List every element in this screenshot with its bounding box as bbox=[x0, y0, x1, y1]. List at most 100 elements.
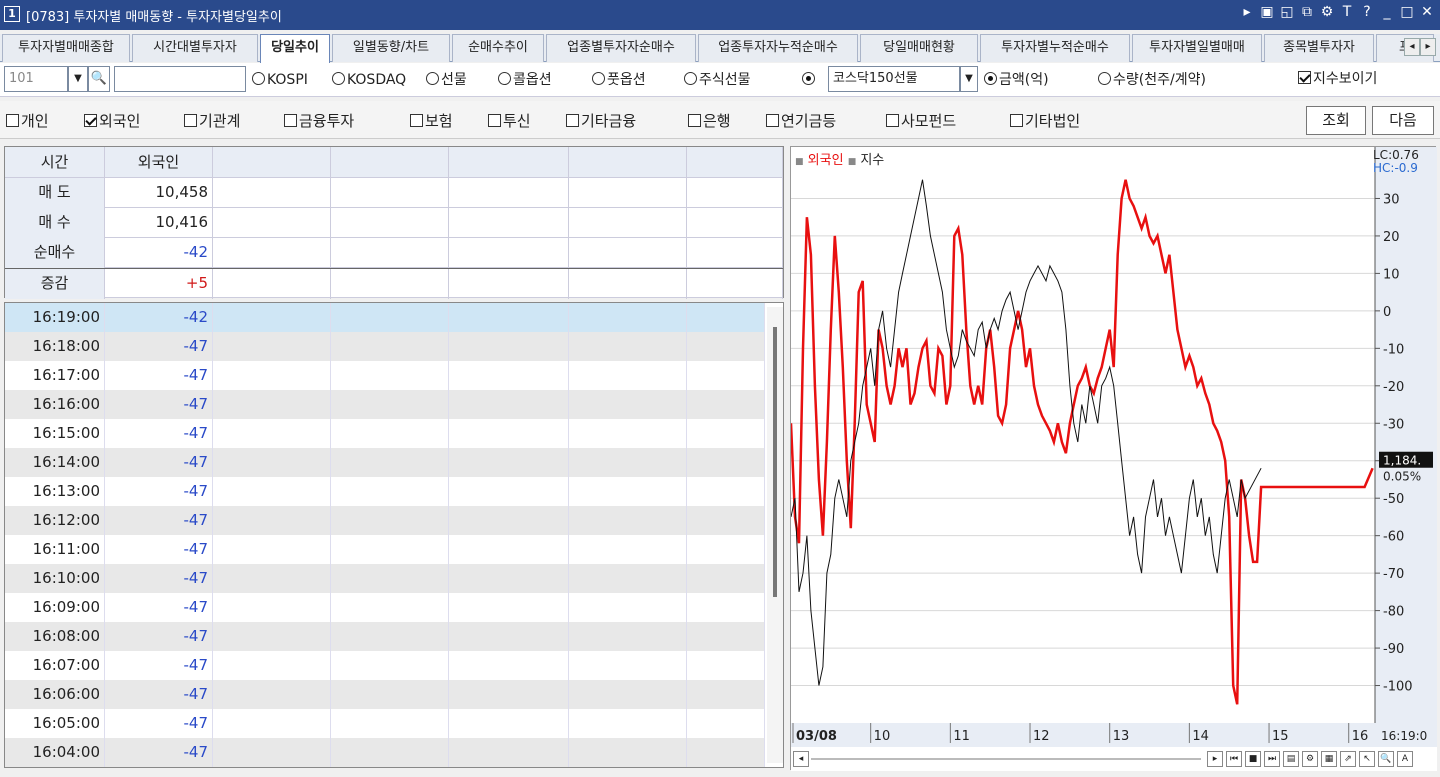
chart-lc-hc: LC:0.76 HC:-0.9 bbox=[1373, 149, 1431, 175]
tab-item[interactable]: 투자자별누적순매수 bbox=[980, 34, 1130, 62]
investor-label: 개인 bbox=[21, 112, 49, 130]
text-icon[interactable]: A bbox=[1397, 751, 1413, 767]
investor-checkbox[interactable]: 투신 bbox=[488, 110, 531, 131]
unit-radio[interactable]: 수량(천주/계약) bbox=[1098, 71, 1206, 89]
investor-checkbox[interactable]: 은행 bbox=[688, 110, 731, 131]
settings-icon[interactable]: ⚙ bbox=[1302, 751, 1318, 767]
value-cell: -47 bbox=[105, 593, 213, 622]
font-icon[interactable]: T bbox=[1340, 4, 1354, 20]
summary-value: +5 bbox=[105, 269, 213, 299]
name-input[interactable] bbox=[114, 66, 246, 92]
investor-checkbox[interactable]: 기관계 bbox=[184, 110, 240, 131]
empty-cell bbox=[569, 332, 687, 361]
zoom-icon[interactable]: 🔍 bbox=[1378, 751, 1394, 767]
tab-item[interactable]: 업종별투자자순매수 bbox=[546, 34, 696, 62]
table-row[interactable]: 16:19:00 -42 bbox=[5, 303, 765, 332]
search-icon[interactable]: 🔍 bbox=[88, 66, 110, 92]
menu-icon[interactable]: ▣ bbox=[1260, 4, 1274, 20]
vertical-scrollbar[interactable] bbox=[767, 307, 783, 763]
save-icon[interactable]: ▤ bbox=[1283, 751, 1299, 767]
futures-dropdown-icon[interactable]: ▼ bbox=[960, 66, 978, 92]
empty-cell bbox=[213, 535, 331, 564]
table-row[interactable]: 16:04:00 -47 bbox=[5, 738, 765, 767]
table-row[interactable]: 16:12:00 -47 bbox=[5, 506, 765, 535]
market-radio[interactable]: 선물 bbox=[426, 71, 467, 89]
table-row[interactable]: 16:06:00 -47 bbox=[5, 680, 765, 709]
futures-select[interactable]: 코스닥150선물 bbox=[828, 66, 960, 92]
maximize-icon[interactable]: □ bbox=[1400, 4, 1414, 20]
tab-item[interactable]: 투자자별매매종합 bbox=[2, 34, 130, 62]
cursor-icon[interactable]: ↖ bbox=[1359, 751, 1375, 767]
tab-item[interactable]: 업종투자자누적순매수 bbox=[698, 34, 858, 62]
table-row[interactable]: 16:11:00 -47 bbox=[5, 535, 765, 564]
unit-radio[interactable]: 금액(억) bbox=[984, 71, 1049, 89]
series-line-index bbox=[791, 179, 1262, 686]
show-index-checkbox[interactable]: 지수보이기 bbox=[1298, 70, 1377, 88]
prev-icon[interactable]: ⏮ bbox=[1226, 751, 1242, 767]
tab-item[interactable]: 일별동향/차트 bbox=[332, 34, 450, 62]
investor-label: 보험 bbox=[425, 112, 453, 130]
table-row[interactable]: 16:14:00 -47 bbox=[5, 448, 765, 477]
summary-row: 증감 +5 bbox=[5, 268, 783, 299]
tab-scroll-left-icon[interactable]: ◂ bbox=[1404, 38, 1420, 56]
horizontal-scrollbar[interactable] bbox=[811, 758, 1201, 760]
tab-item[interactable]: 당일매매현황 bbox=[860, 34, 978, 62]
table-row[interactable]: 16:13:00 -47 bbox=[5, 477, 765, 506]
arrow-right-icon[interactable]: ▸ bbox=[1240, 4, 1254, 20]
investor-checkbox[interactable]: 기타법인 bbox=[1010, 110, 1080, 131]
empty-cell bbox=[213, 477, 331, 506]
stop-icon[interactable]: ■ bbox=[1245, 751, 1261, 767]
table-row[interactable]: 16:10:00 -47 bbox=[5, 564, 765, 593]
table-row[interactable]: 16:15:00 -47 bbox=[5, 419, 765, 448]
market-radio[interactable]: 주식선물 bbox=[684, 71, 751, 89]
intraday-chart[interactable]: 3020100-10-20-30-40-50-60-70-80-90-10003… bbox=[791, 147, 1437, 747]
table-row[interactable]: 16:07:00 -47 bbox=[5, 651, 765, 680]
scrollbar-thumb[interactable] bbox=[773, 327, 777, 597]
investor-checkbox[interactable]: 사모펀드 bbox=[886, 110, 956, 131]
tab-item[interactable]: 순매수추이 bbox=[452, 34, 544, 62]
table-row[interactable]: 16:16:00 -47 bbox=[5, 390, 765, 419]
investor-checkbox[interactable]: 보험 bbox=[410, 110, 453, 131]
close-icon[interactable]: ✕ bbox=[1420, 4, 1434, 20]
tool-icon[interactable]: ⚙ bbox=[1320, 4, 1334, 20]
layout-icon[interactable]: ▦ bbox=[1321, 751, 1337, 767]
tab-item[interactable]: 종목별투자자 bbox=[1264, 34, 1374, 62]
tab-item[interactable]: 시간대별투자자 bbox=[132, 34, 258, 62]
market-radio[interactable] bbox=[802, 71, 817, 89]
investor-checkbox[interactable]: 연기금등 bbox=[766, 110, 836, 131]
investor-checkbox[interactable]: 금융투자 bbox=[284, 110, 354, 131]
table-row[interactable]: 16:18:00 -47 bbox=[5, 332, 765, 361]
y-tick-label: 30 bbox=[1383, 192, 1400, 207]
table-row[interactable]: 16:08:00 -47 bbox=[5, 622, 765, 651]
market-radio[interactable]: 콜옵션 bbox=[498, 71, 552, 89]
table-row[interactable]: 16:09:00 -47 bbox=[5, 593, 765, 622]
minimize-icon[interactable]: _ bbox=[1380, 4, 1394, 20]
value-cell: -47 bbox=[105, 419, 213, 448]
tab-item[interactable]: 투자자별일별매매 bbox=[1132, 34, 1262, 62]
copy-icon[interactable]: ⧉ bbox=[1300, 4, 1314, 20]
value-cell: -47 bbox=[105, 361, 213, 390]
investor-checkbox[interactable]: 외국인 bbox=[84, 110, 140, 131]
table-row[interactable]: 16:05:00 -47 bbox=[5, 709, 765, 738]
investor-checkbox[interactable]: 기타금융 bbox=[566, 110, 636, 131]
trend-icon[interactable]: ⇗ bbox=[1340, 751, 1356, 767]
table-row[interactable]: 16:17:00 -47 bbox=[5, 361, 765, 390]
market-radio[interactable]: 풋옵션 bbox=[592, 71, 646, 89]
next-icon[interactable]: ⏭ bbox=[1264, 751, 1280, 767]
play-icon[interactable]: ▸ bbox=[1207, 751, 1223, 767]
empty-cell bbox=[449, 208, 569, 238]
query-button[interactable]: 조회 bbox=[1306, 106, 1366, 135]
investor-checkbox[interactable]: 개인 bbox=[6, 110, 49, 131]
restore-icon[interactable]: ◱ bbox=[1280, 4, 1294, 20]
code-input[interactable]: 101 bbox=[4, 66, 68, 92]
market-radio[interactable]: KOSDAQ bbox=[332, 71, 406, 89]
market-radio[interactable]: KOSPI bbox=[252, 71, 308, 89]
tab-item[interactable]: 당일추이 bbox=[260, 34, 330, 63]
scroll-left-icon[interactable]: ◂ bbox=[793, 751, 809, 767]
code-dropdown-icon[interactable]: ▼ bbox=[68, 66, 88, 92]
tab-scroll-right-icon[interactable]: ▸ bbox=[1420, 38, 1436, 56]
radio-icon bbox=[252, 72, 265, 85]
value-cell: -47 bbox=[105, 680, 213, 709]
help-icon[interactable]: ? bbox=[1360, 4, 1374, 20]
next-button[interactable]: 다음 bbox=[1372, 106, 1434, 135]
